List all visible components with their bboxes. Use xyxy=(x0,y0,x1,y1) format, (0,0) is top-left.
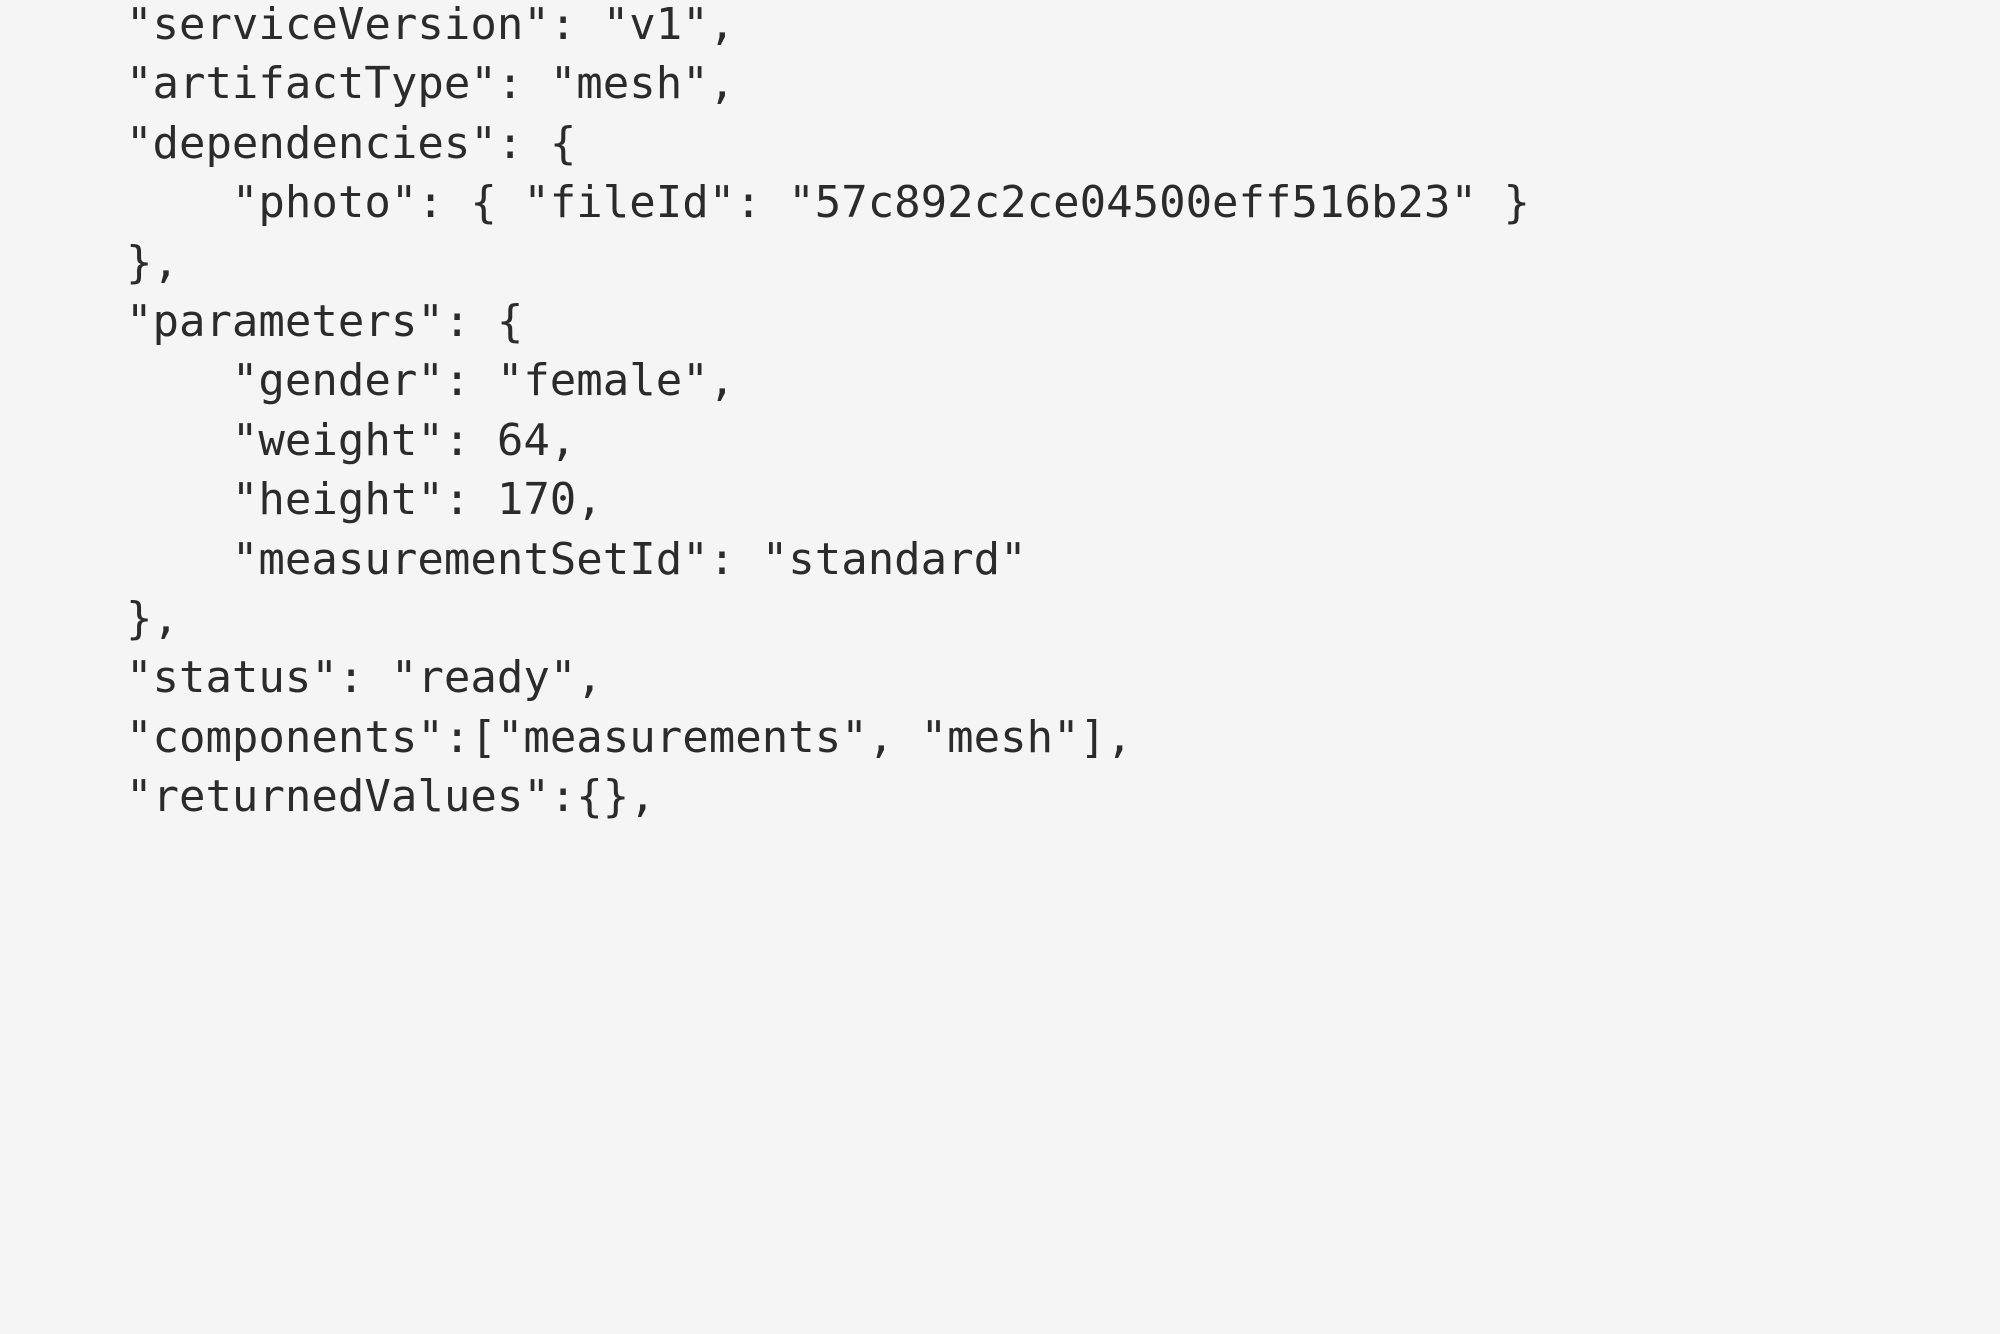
json-code-block: "serviceVersion": "v1", "artifactType": … xyxy=(0,0,2000,826)
code-line: }, xyxy=(20,237,179,288)
code-line: "dependencies": { xyxy=(20,118,576,169)
code-line: "gender": "female", xyxy=(20,355,735,406)
code-line: "photo": { "fileId": "57c892c2ce04500eff… xyxy=(20,177,1530,228)
code-line: "weight": 64, xyxy=(20,415,576,466)
code-line: "parameters": { xyxy=(20,296,523,347)
code-line: "status": "ready", xyxy=(20,652,603,703)
code-line: "artifactType": "mesh", xyxy=(20,58,735,109)
code-line: "measurementSetId": "standard" xyxy=(20,534,1027,585)
code-line: "components":["measurements", "mesh"], xyxy=(20,712,1133,763)
code-line: }, xyxy=(20,593,179,644)
code-line: "serviceVersion": "v1", xyxy=(20,0,735,50)
code-line: "returnedValues":{}, xyxy=(20,771,656,822)
code-line: "height": 170, xyxy=(20,474,603,525)
